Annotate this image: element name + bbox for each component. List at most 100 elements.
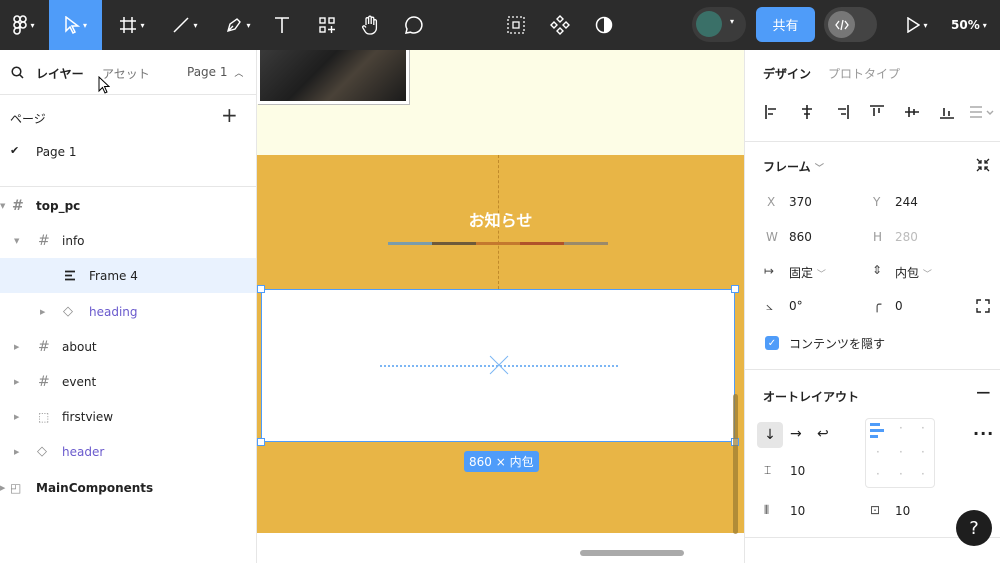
layer-item-top-pc[interactable]: ▼ # top_pc (0, 188, 256, 223)
direction-vertical-button[interactable]: ↓ (757, 422, 783, 448)
grid-dot: · (899, 445, 903, 459)
height-mode-select[interactable]: 内包 ﹀ (895, 264, 932, 281)
width-mode-select[interactable]: 固定 ﹀ (789, 264, 826, 281)
tab-layers[interactable]: レイヤー (36, 65, 84, 82)
h-label: H (873, 230, 883, 244)
canvas-background (257, 533, 744, 563)
tab-design[interactable]: デザイン (763, 65, 811, 82)
y-field[interactable]: 244 (895, 195, 918, 209)
remove-autolayout-icon[interactable]: − (975, 380, 992, 404)
layer-name: MainComponents (36, 480, 154, 495)
present-button[interactable]: ▾ (898, 0, 936, 50)
photo-image[interactable] (257, 50, 409, 104)
layer-item-frame-4[interactable]: Frame 4 (0, 258, 256, 293)
layer-name: firstview (62, 409, 114, 424)
component-button[interactable] (546, 0, 574, 50)
w-label: W (766, 230, 778, 244)
info-heading[interactable]: お知らせ (257, 207, 744, 231)
page-selector[interactable]: Page 1 ︿ (187, 65, 243, 79)
align-bottom-icon[interactable] (940, 105, 954, 119)
layer-item-heading[interactable]: ▶ ◇ heading (0, 294, 256, 329)
frame-4-selection[interactable] (261, 289, 735, 442)
rotation-field[interactable]: 0° (789, 299, 803, 313)
horizontal-padding-icon: ⫴ (764, 503, 770, 517)
hand-tool-button[interactable] (356, 0, 384, 50)
pen-icon (227, 18, 242, 33)
text-icon (275, 17, 289, 33)
grid-dot: · (921, 421, 925, 435)
comment-tool-button[interactable] (400, 0, 428, 50)
resize-handle-top-left[interactable] (257, 285, 265, 293)
resize-handle-bottom-left[interactable] (257, 438, 265, 446)
height-resize-icon: ⇕ (872, 263, 883, 277)
x-field[interactable]: 370 (789, 195, 812, 209)
pen-tool-button[interactable]: ▾ (218, 0, 258, 50)
grid-dot: · (899, 421, 903, 435)
code-icon (828, 11, 855, 38)
page-item[interactable]: ✔ Page 1 (0, 137, 256, 167)
tab-prototype[interactable]: プロトタイプ (828, 65, 900, 82)
zoom-menu[interactable]: 50% ▾ (951, 0, 987, 50)
add-page-icon[interactable]: + (221, 103, 238, 127)
layer-item-info[interactable]: ▼ # info (0, 223, 256, 258)
move-tool-button[interactable]: ▾ (49, 0, 102, 50)
independent-corners-icon[interactable] (976, 299, 990, 313)
gap-field[interactable]: 10 (790, 464, 805, 478)
share-button[interactable]: 共有 (756, 7, 815, 42)
main-menu-button[interactable]: ▾ (4, 0, 44, 50)
horizontal-scrollbar[interactable] (580, 550, 684, 556)
avatar[interactable] (696, 11, 722, 37)
autolayout-section: オートレイアウト − ↓ → ↩ · · · · · · · · ··· ⌶ 1… (745, 370, 1000, 538)
alignment-grid[interactable]: · · · · · · · · (865, 418, 935, 488)
resize-handle-top-right[interactable] (731, 285, 739, 293)
text-tool-button[interactable] (268, 0, 296, 50)
y-label: Y (873, 195, 881, 209)
align-left-icon[interactable] (765, 105, 779, 119)
design-canvas[interactable]: お知らせ 860 × 内包 (257, 50, 744, 563)
w-field[interactable]: 860 (789, 230, 812, 244)
search-icon[interactable] (11, 66, 24, 79)
auto-layout-vertical-icon (65, 270, 75, 281)
layer-item-maincomponents[interactable]: ▶ ◰ MainComponents (0, 470, 256, 505)
dev-mode-toggle[interactable] (824, 7, 877, 42)
frame-title[interactable]: フレーム ﹀ (763, 158, 824, 175)
radius-field[interactable]: 0 (895, 299, 903, 313)
component-create-button[interactable] (502, 0, 530, 50)
grid-dots-icon (507, 16, 525, 34)
help-button[interactable]: ? (956, 510, 992, 546)
rotation-icon: ⦣ (766, 299, 773, 313)
align-horizontal-center-icon[interactable] (800, 105, 814, 119)
line-tool-button[interactable]: ▾ (165, 0, 205, 50)
vertical-padding-field[interactable]: 10 (895, 504, 910, 518)
caret-down-icon: ▼ (0, 201, 6, 210)
layer-item-about[interactable]: ▶ # about (0, 329, 256, 364)
vertical-scrollbar[interactable] (733, 394, 738, 534)
align-vertical-center-icon[interactable] (905, 105, 919, 119)
align-right-icon[interactable] (835, 105, 849, 119)
layer-name: about (62, 339, 97, 354)
multiplayer-avatar-group[interactable]: ▾ (692, 7, 746, 42)
page-item-label: Page 1 (36, 145, 77, 159)
wrap-button[interactable]: ↩ (817, 426, 829, 442)
horizontal-padding-field[interactable]: 10 (790, 504, 805, 518)
chevron-down-icon: ▾ (30, 20, 35, 30)
mask-button[interactable] (590, 0, 618, 50)
layer-item-header[interactable]: ▶ ◇ header (0, 434, 256, 469)
direction-horizontal-button[interactable]: → (790, 426, 802, 442)
clip-content-checkbox[interactable]: ✓ (765, 336, 779, 350)
distribute-icon[interactable] (970, 105, 994, 119)
gap-icon: ⌶ (764, 463, 772, 477)
chevron-down-icon: ▾ (140, 20, 145, 30)
chevron-up-icon: ︿ (234, 69, 244, 79)
more-options-icon[interactable]: ··· (973, 424, 994, 443)
collapse-frame-icon[interactable] (976, 158, 990, 172)
align-top-icon[interactable] (870, 105, 884, 119)
chevron-down-icon: ▾ (982, 20, 987, 30)
layer-item-event[interactable]: ▶ # event (0, 364, 256, 399)
layer-item-firstview[interactable]: ▶ ⬚ firstview (0, 399, 256, 434)
vertical-padding-icon: ⊡ (870, 503, 881, 517)
figma-logo-icon (13, 15, 28, 35)
h-field[interactable]: 280 (895, 230, 918, 244)
resources-button[interactable] (313, 0, 341, 50)
frame-tool-button[interactable]: ▾ (112, 0, 152, 50)
